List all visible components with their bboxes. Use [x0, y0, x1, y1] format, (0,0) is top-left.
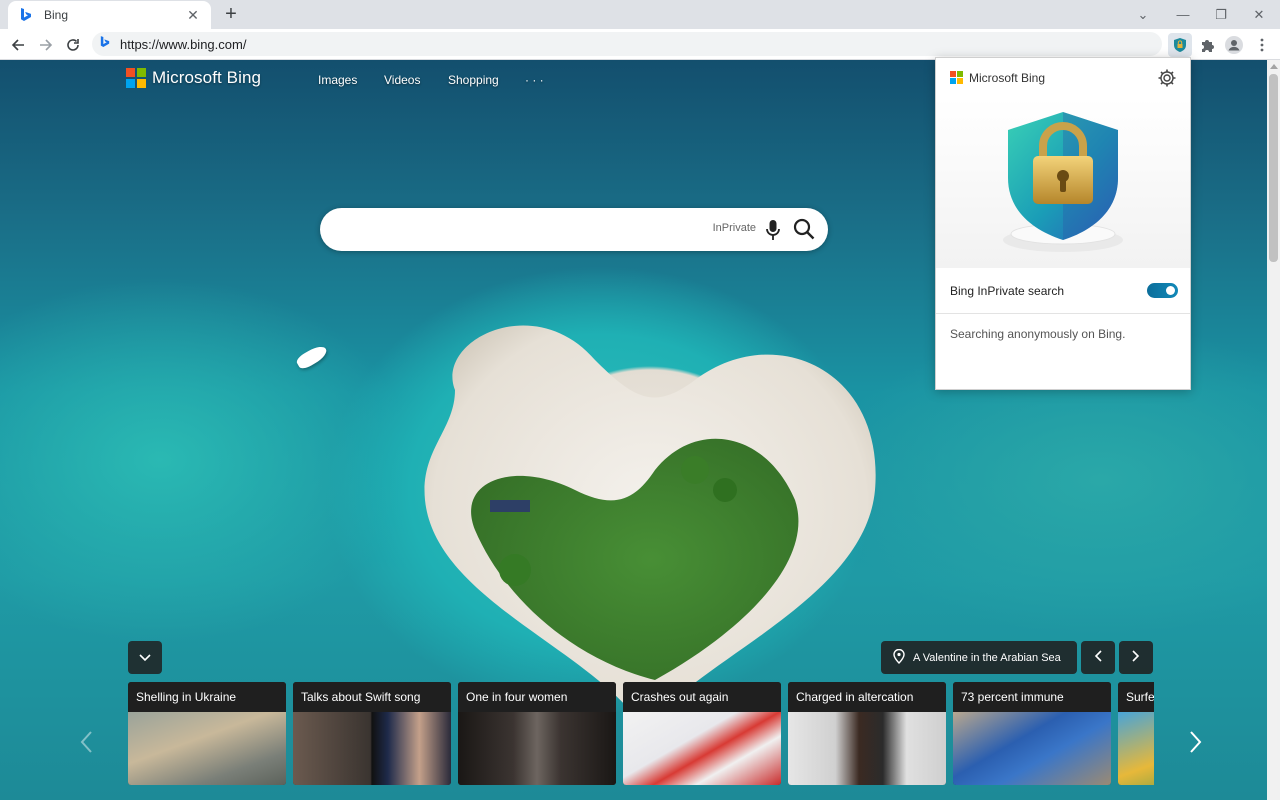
- bing-inprivate-popup: Microsoft Bing Bing InPrivate search Sea…: [935, 57, 1191, 390]
- nav-videos-link[interactable]: Videos: [384, 73, 420, 87]
- scrollbar-thumb[interactable]: [1269, 74, 1278, 262]
- nav-images-link[interactable]: Images: [318, 73, 357, 87]
- nav-shopping-link[interactable]: Shopping: [448, 73, 499, 87]
- news-card-image: [128, 712, 286, 785]
- tab-title: Bing: [44, 8, 69, 22]
- image-location-info[interactable]: A Valentine in the Arabian Sea: [881, 641, 1077, 674]
- minimize-button[interactable]: —: [1164, 0, 1202, 29]
- nav-more-link[interactable]: · · ·: [525, 73, 544, 87]
- inprivate-toggle-label: Bing InPrivate search: [950, 283, 1065, 298]
- news-card-image: [458, 712, 616, 785]
- microsoft-logo-icon: [950, 71, 964, 85]
- tab-close-icon[interactable]: ✕: [185, 7, 201, 24]
- microsoft-logo-icon: [126, 68, 146, 88]
- news-card[interactable]: Shelling in Ukraine: [128, 682, 286, 785]
- window-close-button[interactable]: ✕: [1240, 0, 1278, 29]
- collapse-feed-button[interactable]: [128, 641, 162, 674]
- shield-lock-icon: [1003, 112, 1123, 252]
- popup-status-text: Searching anonymously on Bing.: [950, 327, 1126, 341]
- page-scrollbar[interactable]: [1267, 60, 1280, 800]
- news-card[interactable]: Surfer: [1118, 682, 1154, 785]
- news-carousel: Shelling in Ukraine Talks about Swift so…: [128, 682, 1154, 786]
- address-bar[interactable]: https://www.bing.com/: [92, 32, 1162, 56]
- boat-image: [294, 342, 330, 372]
- gear-icon[interactable]: [1157, 68, 1177, 93]
- profile-avatar-icon[interactable]: [1222, 33, 1246, 57]
- news-card[interactable]: One in four women: [458, 682, 616, 785]
- bing-favicon-icon: [18, 7, 34, 23]
- forward-icon[interactable]: [34, 33, 58, 57]
- chevron-left-icon: [1094, 649, 1102, 667]
- news-card-caption: Crashes out again: [623, 682, 781, 712]
- news-card[interactable]: Talks about Swift song: [293, 682, 451, 785]
- reload-icon[interactable]: [61, 33, 85, 57]
- news-card[interactable]: Charged in altercation: [788, 682, 946, 785]
- search-box[interactable]: InPrivate: [320, 208, 828, 251]
- carousel-prev-icon[interactable]: [74, 730, 98, 754]
- news-card[interactable]: Crashes out again: [623, 682, 781, 785]
- restore-button[interactable]: ❐: [1202, 0, 1240, 29]
- news-card-caption: Charged in altercation: [788, 682, 946, 712]
- news-card-image: [1118, 712, 1154, 785]
- toggle-knob: [1166, 286, 1175, 295]
- heart-island-image: [424, 325, 876, 730]
- search-icon[interactable]: [793, 218, 815, 245]
- browser-toolbar: https://www.bing.com/: [0, 29, 1280, 60]
- inprivate-toggle-row: Bing InPrivate search: [950, 283, 1178, 298]
- extensions-puzzle-icon[interactable]: [1195, 33, 1219, 57]
- news-card-image: [953, 712, 1111, 785]
- news-card-caption: Shelling in Ukraine: [128, 682, 286, 712]
- bing-inprivate-extension-icon[interactable]: [1168, 33, 1192, 57]
- popup-divider: [936, 313, 1190, 314]
- scroll-up-icon[interactable]: [1270, 64, 1278, 69]
- news-card[interactable]: 73 percent immune: [953, 682, 1111, 785]
- popup-header: Microsoft Bing: [950, 71, 1045, 85]
- location-pin-icon: [893, 648, 905, 667]
- bing-wordmark: Microsoft Bing: [152, 68, 262, 87]
- tab-strip: Bing ✕ + ⌄ — ❐ ✕: [0, 0, 1280, 29]
- location-label: A Valentine in the Arabian Sea: [913, 651, 1061, 664]
- news-card-caption: One in four women: [458, 682, 616, 712]
- search-input[interactable]: [340, 218, 700, 242]
- news-card-image: [623, 712, 781, 785]
- carousel-next-icon[interactable]: [1184, 730, 1208, 754]
- shield-lock-illustration: [936, 98, 1190, 268]
- news-card-caption: Surfer: [1118, 682, 1154, 712]
- inprivate-label: InPrivate: [712, 222, 756, 234]
- news-card-image: [293, 712, 451, 785]
- back-icon[interactable]: [6, 33, 30, 57]
- news-card-caption: 73 percent immune: [953, 682, 1111, 712]
- news-card-image: [788, 712, 946, 785]
- next-image-button[interactable]: [1119, 641, 1153, 674]
- browser-menu-icon[interactable]: [1250, 33, 1274, 57]
- chevron-right-icon: [1132, 649, 1140, 667]
- new-tab-button[interactable]: +: [220, 4, 242, 26]
- microphone-icon[interactable]: [766, 219, 780, 246]
- tab-search-icon[interactable]: ⌄: [1124, 0, 1162, 29]
- news-card-caption: Talks about Swift song: [293, 682, 451, 712]
- inprivate-toggle[interactable]: [1147, 283, 1178, 298]
- popup-brand: Microsoft Bing: [969, 71, 1046, 85]
- microsoft-bing-logo[interactable]: Microsoft Bing: [126, 68, 261, 88]
- previous-image-button[interactable]: [1081, 641, 1115, 674]
- site-favicon-icon: [100, 35, 110, 53]
- url-text: https://www.bing.com/: [120, 36, 247, 52]
- tab-bing[interactable]: Bing ✕: [8, 1, 211, 29]
- chevron-down-icon: [139, 649, 151, 667]
